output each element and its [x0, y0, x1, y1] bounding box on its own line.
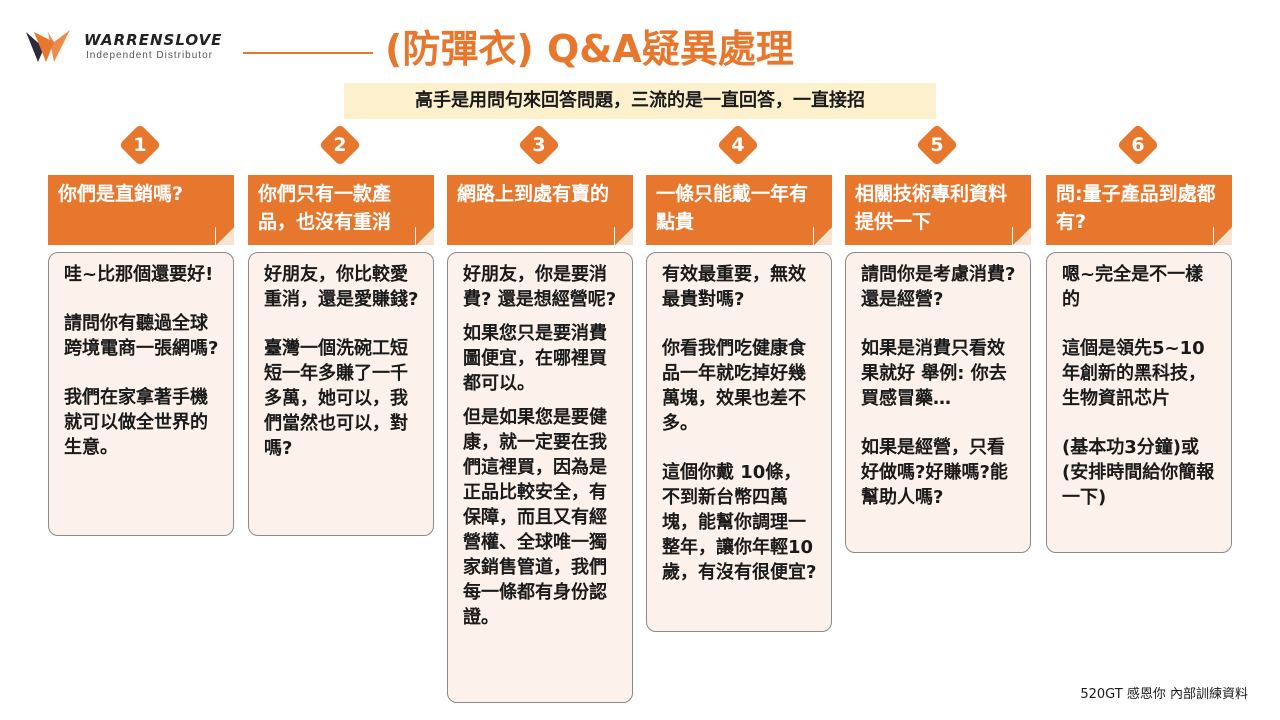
answer-text: 但是如果您是要健康，就一定要在我們這裡買，因為是正品比較安全，有保障，而且又有經… — [463, 407, 607, 628]
step-number-badge: 1 — [118, 123, 162, 167]
question-text: 網路上到處有賣的 — [457, 183, 610, 205]
question-box: 你們只有一款產品，也沒有重消 — [248, 175, 434, 245]
step-number-badge: 3 — [517, 123, 561, 167]
answer-text: 如果您只是要消費圖便宜，在哪裡買都可以。 — [463, 323, 607, 394]
question-box: 問:量子產品到處都有? — [1046, 175, 1232, 245]
answer-text: 臺灣一個洗碗工短短一年多賺了一千多萬，她可以，我們當然也可以，對嗎? — [264, 338, 408, 459]
answer-text: 這個是領先5~10年創新的黑科技，生物資訊芯片 — [1062, 338, 1206, 409]
answer-text: 好朋友，你是要消費? 還是想經營呢? — [463, 264, 617, 310]
step-number-badge: 2 — [318, 123, 362, 167]
answer-text: 如果是經營，只看好做嗎?好賺嗎?能幫助人嗎? — [861, 437, 1008, 508]
answer-text: 你看我們吃健康食品一年就吃掉好幾萬塊，效果也差不多。 — [662, 338, 806, 434]
footer-note: 520GT 感恩你 內部訓練資料 — [1080, 687, 1248, 702]
answer-text: 如果是消費只看效果就好 舉例: 你去買感冒藥… — [861, 338, 1007, 409]
warrenslove-logo-icon — [26, 30, 70, 62]
answer-text: 嗯~完全是不一樣的 — [1062, 264, 1204, 310]
step-number-badge: 4 — [716, 123, 760, 167]
answer-box: 哇~比那個還要好! 請問你有聽過全球跨境電商一張網嗎? 我們在家拿著手機就可以做… — [48, 252, 234, 536]
answer-text: 請問你是考慮消費? 還是經營? — [861, 264, 1016, 310]
question-box: 一條只能戴一年有點貴 — [646, 175, 832, 245]
question-text: 一條只能戴一年有點貴 — [656, 183, 809, 233]
page-fold-icon — [415, 227, 434, 245]
page-subtitle: 高手是用問句來回答問題，三流的是一直回答，一直接招 — [344, 83, 936, 119]
answer-text: 我們在家拿著手機就可以做全世界的生意。 — [64, 387, 208, 458]
question-text: 問:量子產品到處都有? — [1056, 183, 1216, 233]
question-text: 你們只有一款產品，也沒有重消 — [258, 183, 392, 233]
logo-brand-text: WARRENSLOVE — [84, 31, 223, 49]
answer-text: 請問你有聽過全球跨境電商一張網嗎? — [64, 313, 219, 359]
question-text: 你們是直銷嗎? — [58, 183, 184, 205]
answer-box: 好朋友，你是要消費? 還是想經營呢? 如果您只是要消費圖便宜，在哪裡買都可以。 … — [447, 252, 633, 703]
answer-box: 有效最重要，無效最貴對嗎? 你看我們吃健康食品一年就吃掉好幾萬塊，效果也差不多。… — [646, 252, 832, 632]
page-fold-icon — [1012, 227, 1031, 245]
answer-text: 這個你戴 10條，不到新台幣四萬塊，能幫你調理一整年，讓你年輕10歲，有沒有很便… — [662, 462, 817, 583]
answer-box: 請問你是考慮消費? 還是經營? 如果是消費只看效果就好 舉例: 你去買感冒藥… … — [845, 252, 1031, 553]
question-box: 網路上到處有賣的 — [447, 175, 633, 245]
answer-text: (基本功3分鐘)或(安排時間給你簡報一下) — [1062, 437, 1215, 508]
page-title: (防彈衣) Q&A疑異處理 — [385, 27, 794, 71]
step-number-badge: 5 — [915, 123, 959, 167]
page-fold-icon — [215, 227, 234, 245]
page-fold-icon — [614, 227, 633, 245]
page-fold-icon — [813, 227, 832, 245]
answer-text: 好朋友，你比較愛重消，還是愛賺錢? — [264, 264, 419, 310]
question-box: 相關技術專利資料提供一下 — [845, 175, 1031, 245]
question-box: 你們是直銷嗎? — [48, 175, 234, 245]
logo-subtitle: Independent Distributor — [86, 50, 213, 61]
step-number-badge: 6 — [1116, 123, 1160, 167]
title-divider — [243, 52, 373, 54]
page-fold-icon — [1213, 227, 1232, 245]
answer-box: 好朋友，你比較愛重消，還是愛賺錢? 臺灣一個洗碗工短短一年多賺了一千多萬，她可以… — [248, 252, 434, 536]
question-text: 相關技術專利資料提供一下 — [855, 183, 1008, 233]
answer-text: 有效最重要，無效最貴對嗎? — [662, 264, 806, 310]
answer-box: 嗯~完全是不一樣的 這個是領先5~10年創新的黑科技，生物資訊芯片 (基本功3分… — [1046, 252, 1232, 553]
answer-text: 哇~比那個還要好! — [64, 264, 214, 285]
